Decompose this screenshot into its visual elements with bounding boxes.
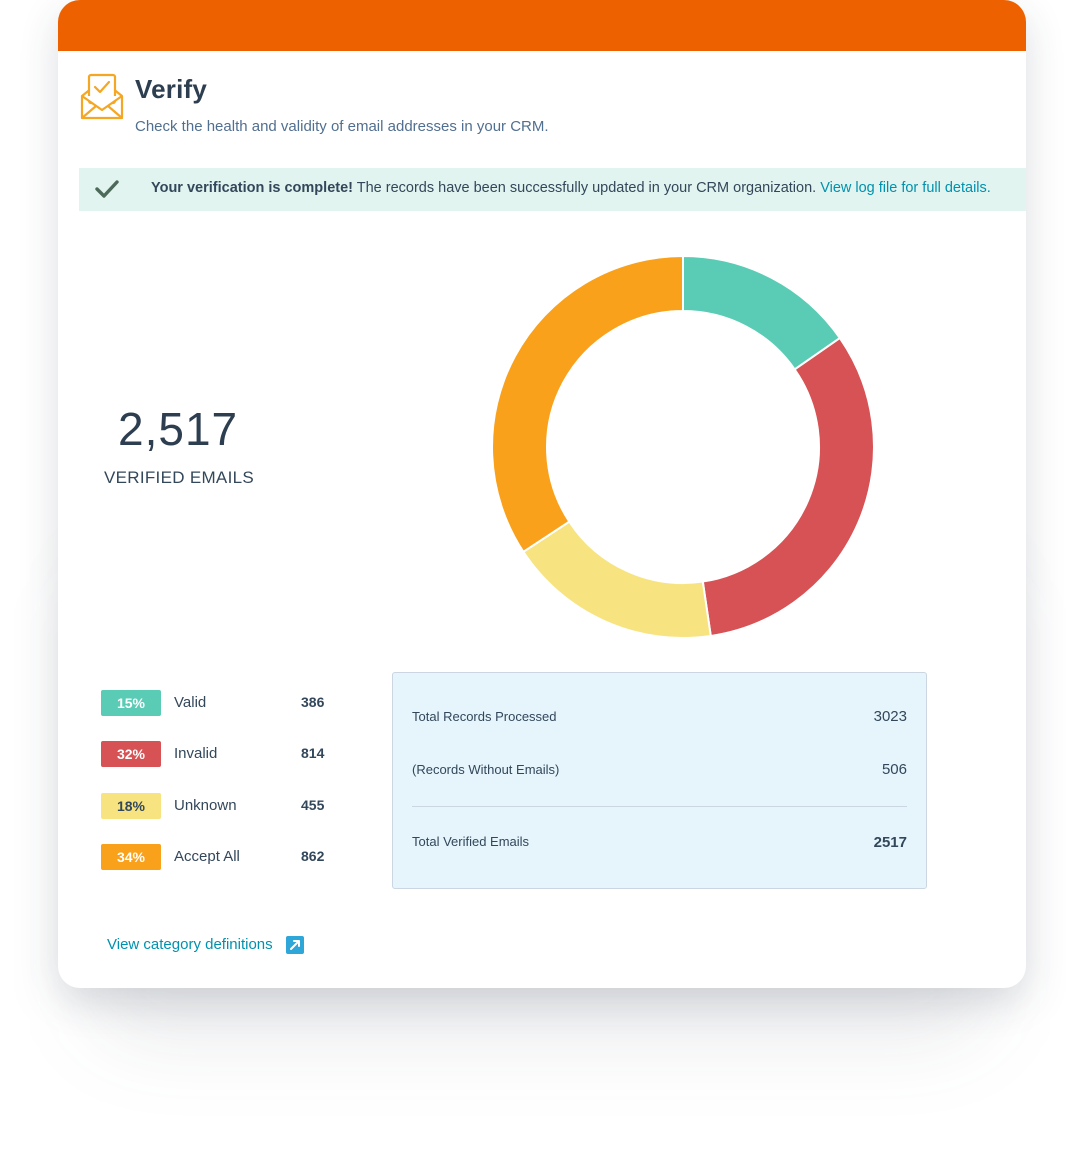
- view-category-definitions-link[interactable]: View category definitions: [107, 936, 273, 953]
- legend-count-unknown: 455: [301, 797, 325, 813]
- summary-label-total-verified: Total Verified Emails: [412, 834, 530, 849]
- summary-value-total-verified: 2517: [873, 834, 907, 851]
- legend-label-accept-all: Accept All: [174, 848, 240, 865]
- donut-slice-accept-all: [491, 254, 684, 554]
- donut-chart: [491, 254, 875, 639]
- page-title: Verify: [135, 74, 208, 104]
- brand-top-bar: [58, 0, 1026, 51]
- verified-count: 2,517: [118, 403, 239, 455]
- legend-count-valid: 386: [301, 694, 325, 710]
- view-log-link[interactable]: View log file for full details.: [820, 180, 991, 196]
- verified-label: VERIFIED EMAILS: [104, 468, 254, 487]
- legend-badge-invalid: 32%: [101, 741, 161, 767]
- success-alert: Your verification is complete! The recor…: [79, 168, 1026, 211]
- legend-item-invalid: 32% Invalid 814: [101, 741, 341, 767]
- legend-item-unknown: 18% Unknown 455: [101, 793, 341, 819]
- summary-label-without-emails: (Records Without Emails): [412, 762, 560, 777]
- verify-card: Verify Check the health and validity of …: [58, 0, 1026, 988]
- donut-slice-invalid: [701, 336, 875, 638]
- donut-slice-unknown: [521, 520, 712, 639]
- legend-count-accept-all: 862: [301, 848, 325, 864]
- page-subtitle: Check the health and validity of email a…: [135, 118, 549, 135]
- alert-body-text: The records have been successfully updat…: [352, 180, 821, 196]
- legend-badge-unknown: 18%: [101, 793, 161, 819]
- summary-value-total-processed: 3023: [873, 708, 907, 725]
- legend-item-accept-all: 34% Accept All 862: [101, 844, 341, 870]
- summary-table: Total Records Processed 3023 (Records Wi…: [392, 672, 927, 889]
- legend-item-valid: 15% Valid 386: [101, 690, 341, 716]
- summary-label-total-processed: Total Records Processed: [412, 709, 557, 724]
- legend-label-invalid: Invalid: [174, 745, 218, 762]
- donut-slice-valid: [682, 254, 842, 371]
- alert-message: Your verification is complete! The recor…: [151, 180, 991, 196]
- alert-strong-text: Your verification is complete!: [151, 180, 353, 196]
- legend-label-unknown: Unknown: [174, 797, 237, 814]
- legend-count-invalid: 814: [301, 745, 325, 761]
- external-link-icon[interactable]: [286, 936, 304, 954]
- summary-divider: [412, 806, 907, 807]
- envelope-check-icon: [80, 73, 124, 120]
- check-icon: [95, 180, 119, 198]
- summary-value-without-emails: 506: [881, 761, 907, 778]
- legend-label-valid: Valid: [174, 694, 207, 711]
- legend-badge-valid: 15%: [101, 690, 161, 716]
- legend-badge-accept-all: 34%: [101, 844, 161, 870]
